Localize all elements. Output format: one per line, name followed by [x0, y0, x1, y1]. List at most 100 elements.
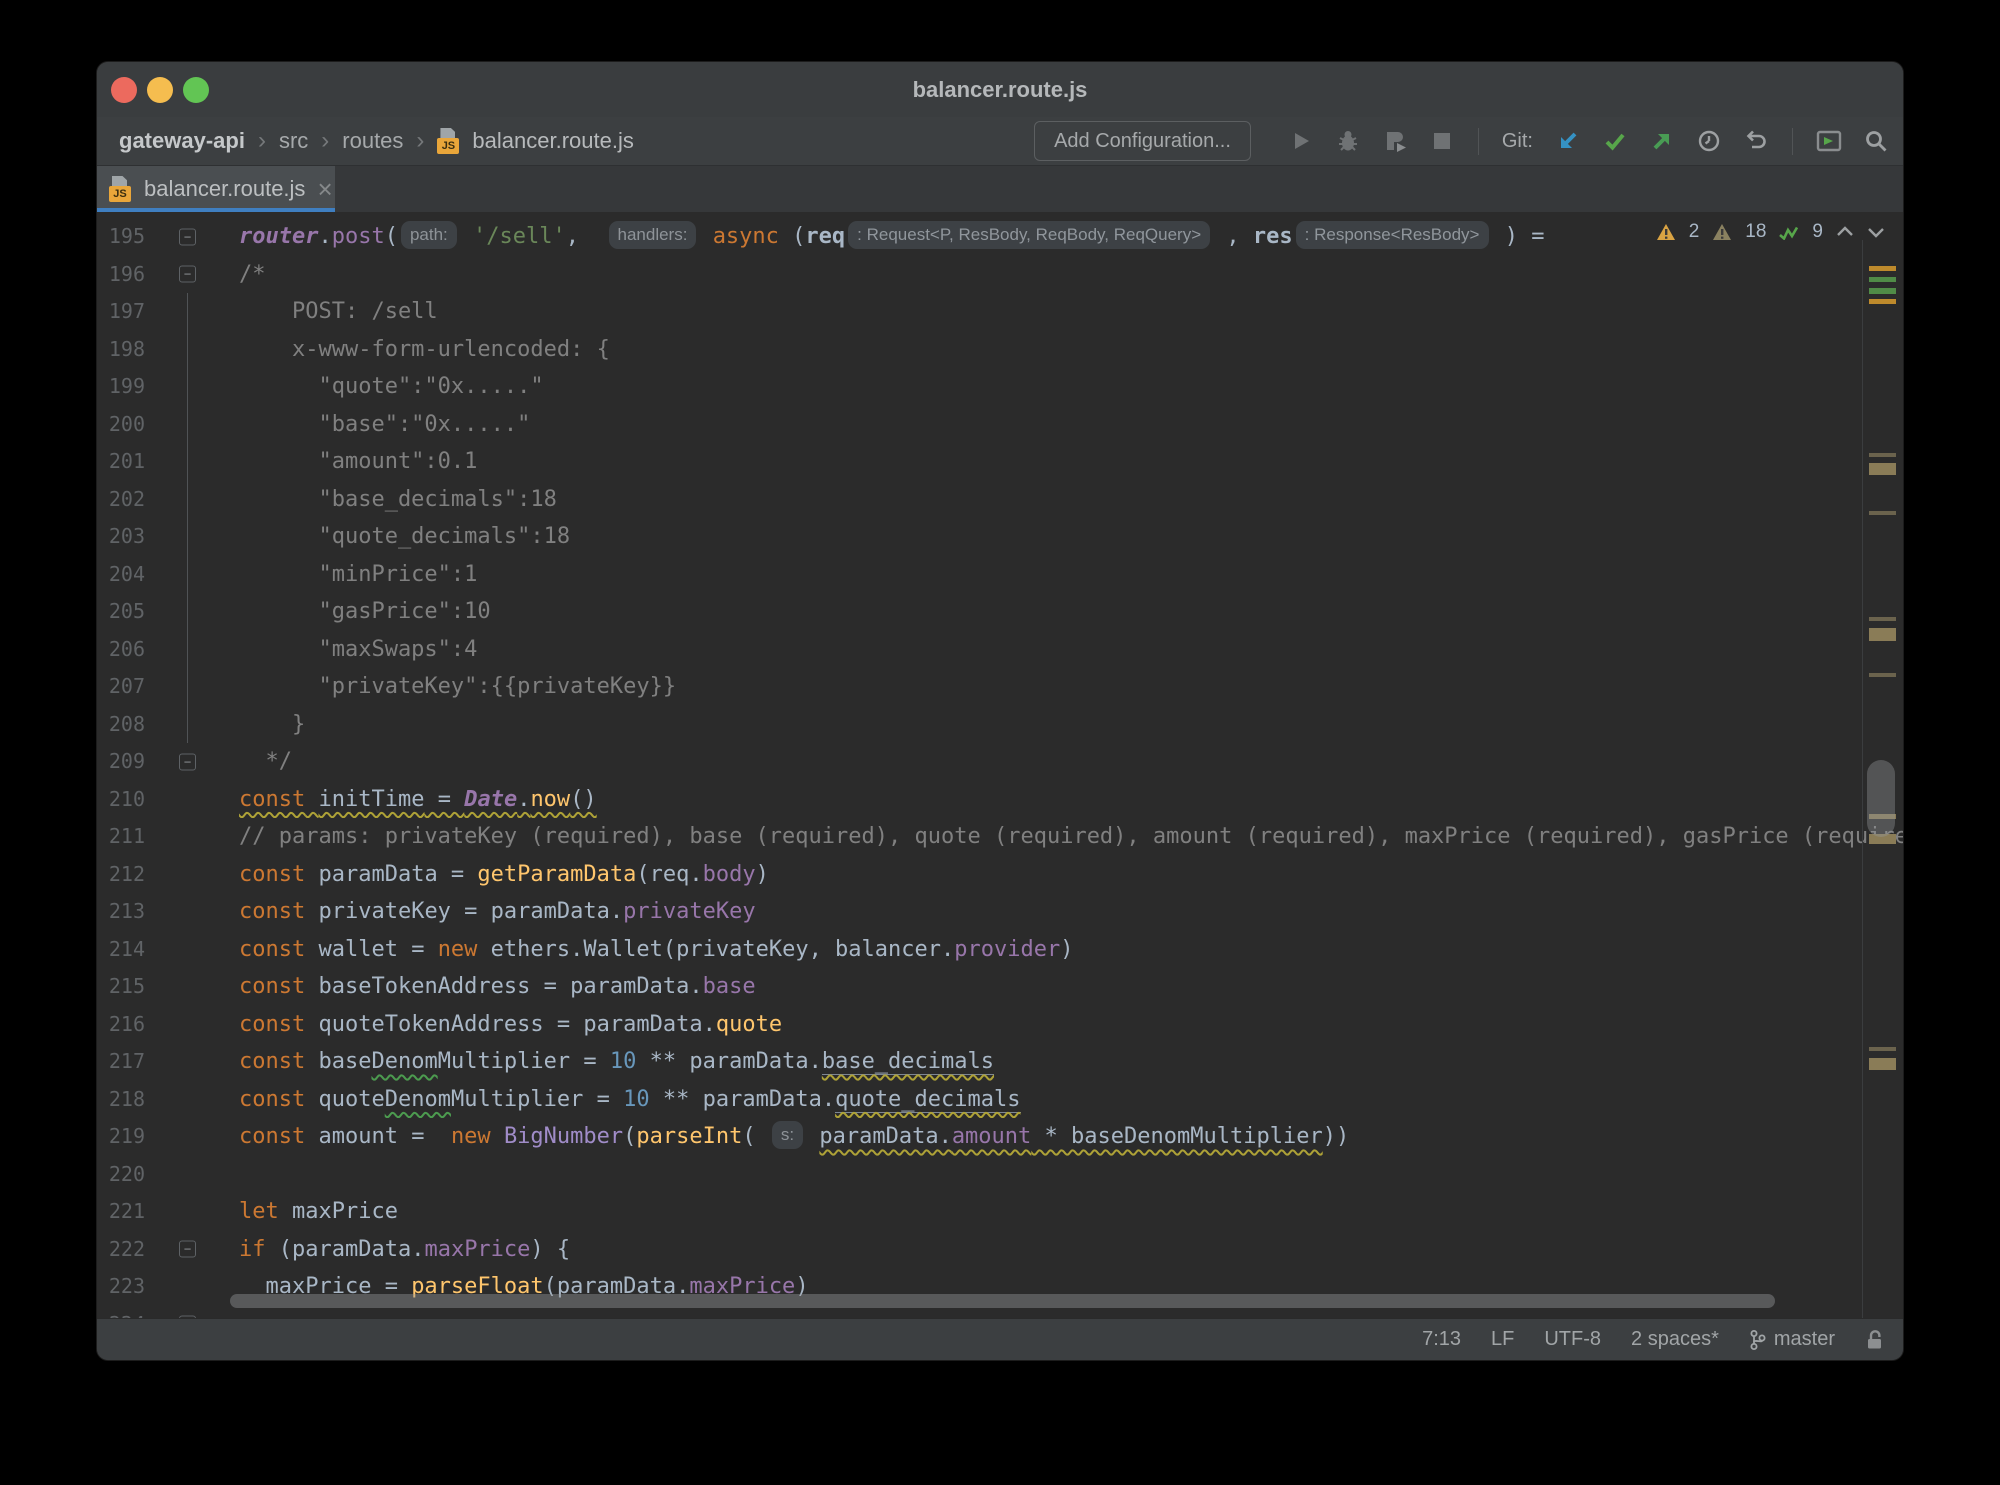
git-commit-icon[interactable] — [1602, 128, 1628, 154]
line-number[interactable]: 203 — [97, 518, 145, 556]
line-number[interactable]: 212 — [97, 856, 145, 894]
code-line[interactable]: 220 — [97, 1156, 1903, 1194]
breadcrumb-project[interactable]: gateway-api — [119, 128, 245, 154]
line-number[interactable]: 206 — [97, 631, 145, 669]
code-line[interactable]: 202 "base_decimals":18 — [97, 481, 1903, 519]
line-number[interactable]: 202 — [97, 481, 145, 519]
line-number[interactable]: 223 — [97, 1268, 145, 1306]
line-number[interactable]: 204 — [97, 556, 145, 594]
line-number[interactable]: 198 — [97, 331, 145, 369]
code-line[interactable]: 214const wallet = new ethers.Wallet(priv… — [97, 931, 1903, 969]
window-titlebar[interactable]: balancer.route.js — [97, 62, 1903, 117]
typo-count[interactable]: 9 — [1812, 221, 1823, 243]
line-number[interactable]: 218 — [97, 1081, 145, 1119]
weak-warning-count[interactable]: 18 — [1745, 221, 1766, 243]
run-with-coverage-icon[interactable] — [1382, 128, 1408, 154]
code-line[interactable]: 195−router.post(path: '/sell', handlers:… — [97, 218, 1903, 256]
code-editor[interactable]: 195−router.post(path: '/sell', handlers:… — [97, 212, 1903, 1318]
stripe-mark[interactable] — [1869, 1058, 1896, 1070]
line-number[interactable]: 215 — [97, 968, 145, 1006]
code-line[interactable]: 215const baseTokenAddress = paramData.ba… — [97, 968, 1903, 1006]
rollback-icon[interactable] — [1743, 128, 1769, 154]
code-line[interactable]: 199 "quote":"0x....." — [97, 368, 1903, 406]
line-number[interactable]: 200 — [97, 406, 145, 444]
line-number[interactable]: 221 — [97, 1193, 145, 1231]
fold-collapse-icon[interactable]: − — [179, 266, 196, 283]
code-line[interactable]: 204 "minPrice":1 — [97, 556, 1903, 594]
code-line[interactable]: 222−if (paramData.maxPrice) { — [97, 1231, 1903, 1269]
indent-style[interactable]: 2 spaces* — [1631, 1328, 1719, 1351]
search-everywhere-icon[interactable] — [1863, 128, 1889, 154]
line-number[interactable]: 199 — [97, 368, 145, 406]
line-number[interactable]: 213 — [97, 893, 145, 931]
code-line[interactable]: 198 x-www-form-urlencoded: { — [97, 331, 1903, 369]
add-configuration-button[interactable]: Add Configuration... — [1034, 121, 1251, 161]
code-line[interactable]: 219const amount = new BigNumber(parseInt… — [97, 1118, 1903, 1156]
tab-balancer-route-js[interactable]: JS balancer.route.js × — [97, 166, 335, 212]
stripe-mark[interactable] — [1869, 673, 1896, 677]
previous-problem-icon[interactable] — [1836, 225, 1854, 239]
line-number[interactable]: 220 — [97, 1156, 145, 1194]
git-update-icon[interactable] — [1555, 128, 1581, 154]
line-number[interactable]: 219 — [97, 1118, 145, 1156]
line-number[interactable]: 216 — [97, 1006, 145, 1044]
running-windows-icon[interactable] — [1816, 128, 1842, 154]
history-icon[interactable] — [1696, 128, 1722, 154]
code-line[interactable]: 209− */ — [97, 743, 1903, 781]
stripe-mark[interactable] — [1869, 463, 1896, 475]
line-number[interactable]: 211 — [97, 818, 145, 856]
close-tab-icon[interactable]: × — [317, 176, 332, 202]
line-number[interactable]: 208 — [97, 706, 145, 744]
error-stripe[interactable] — [1862, 212, 1903, 1318]
code-line[interactable]: 206 "maxSwaps":4 — [97, 631, 1903, 669]
line-number[interactable]: 207 — [97, 668, 145, 706]
code-line[interactable]: 218const quoteDenomMultiplier = 10 ** pa… — [97, 1081, 1903, 1119]
code-line[interactable]: 207 "privateKey":{{privateKey}} — [97, 668, 1903, 706]
code-line[interactable]: 217const baseDenomMultiplier = 10 ** par… — [97, 1043, 1903, 1081]
warning-count[interactable]: 2 — [1689, 221, 1700, 243]
code-line[interactable]: 212const paramData = getParamData(req.bo… — [97, 856, 1903, 894]
fold-collapse-icon[interactable]: − — [179, 1241, 196, 1258]
code-line[interactable]: 203 "quote_decimals":18 — [97, 518, 1903, 556]
code-line[interactable]: 205 "gasPrice":10 — [97, 593, 1903, 631]
line-number[interactable]: 197 — [97, 293, 145, 331]
git-push-icon[interactable] — [1649, 128, 1675, 154]
line-number[interactable]: 201 — [97, 443, 145, 481]
code-line[interactable]: 196−/* — [97, 256, 1903, 294]
vertical-scrollbar[interactable] — [1867, 760, 1895, 837]
line-number[interactable]: 222 — [97, 1231, 145, 1269]
breadcrumb-file[interactable]: balancer.route.js — [472, 128, 633, 154]
stripe-mark[interactable] — [1869, 617, 1896, 621]
code-line[interactable]: 211// params: privateKey (required), bas… — [97, 818, 1903, 856]
stripe-mark[interactable] — [1869, 277, 1896, 282]
line-number[interactable]: 224 — [97, 1306, 145, 1319]
stripe-mark[interactable] — [1869, 1047, 1896, 1051]
debug-icon[interactable] — [1335, 128, 1361, 154]
readonly-toggle[interactable] — [1865, 1329, 1885, 1351]
line-number[interactable]: 195 — [97, 218, 145, 256]
line-number[interactable]: 217 — [97, 1043, 145, 1081]
stripe-mark[interactable] — [1869, 453, 1896, 457]
line-number[interactable]: 205 — [97, 593, 145, 631]
line-number[interactable]: 196 — [97, 256, 145, 294]
stripe-mark[interactable] — [1869, 511, 1896, 515]
run-icon[interactable] — [1288, 128, 1314, 154]
code-line[interactable]: 213const privateKey = paramData.privateK… — [97, 893, 1903, 931]
code-line[interactable]: 201 "amount":0.1 — [97, 443, 1903, 481]
line-separator[interactable]: LF — [1491, 1328, 1514, 1351]
code-line[interactable]: 197 POST: /sell — [97, 293, 1903, 331]
line-number[interactable]: 210 — [97, 781, 145, 819]
stripe-mark[interactable] — [1869, 628, 1896, 641]
code-line[interactable]: 210const initTime = Date.now() — [97, 781, 1903, 819]
stripe-mark[interactable] — [1869, 299, 1896, 304]
fold-collapse-icon[interactable]: − — [179, 228, 196, 245]
breadcrumb-routes[interactable]: routes — [342, 128, 403, 154]
file-encoding[interactable]: UTF-8 — [1544, 1328, 1601, 1351]
stripe-mark[interactable] — [1869, 266, 1896, 271]
fold-end-icon[interactable]: − — [179, 753, 196, 770]
code-line[interactable]: 216const quoteTokenAddress = paramData.q… — [97, 1006, 1903, 1044]
horizontal-scrollbar[interactable] — [230, 1294, 1775, 1308]
code-line[interactable]: 221let maxPrice — [97, 1193, 1903, 1231]
stop-icon[interactable] — [1429, 128, 1455, 154]
inspections-widget[interactable]: 2 18 9 — [1646, 217, 1895, 247]
